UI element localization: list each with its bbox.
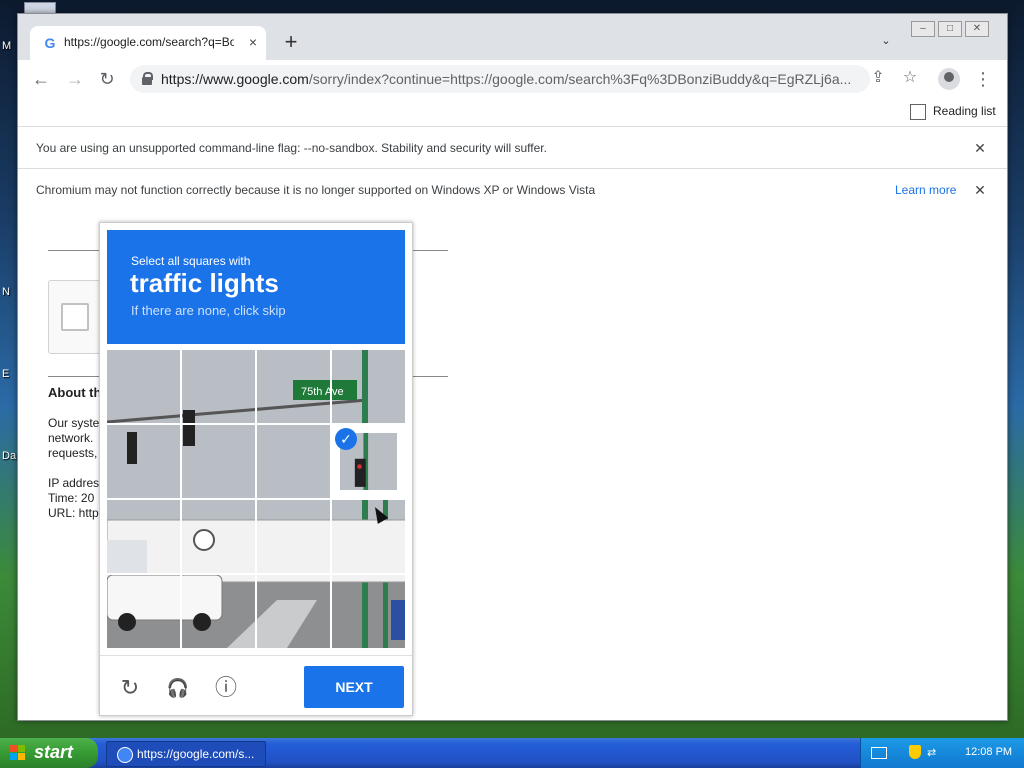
recaptcha-checkbox[interactable] — [61, 303, 89, 331]
reading-list-icon[interactable] — [910, 104, 926, 120]
keyboard-icon[interactable] — [871, 747, 887, 759]
captcha-footer: ↻ 🎧 ⓘ NEXT — [100, 655, 412, 716]
svg-text:75th Ave: 75th Ave — [301, 386, 330, 398]
windows-flag-icon — [10, 745, 26, 761]
captcha-tile[interactable]: 75th Ave — [107, 575, 180, 648]
forward-button[interactable]: → — [64, 68, 86, 90]
taskbar-item-browser[interactable]: https://google.com/s... — [106, 741, 266, 767]
captcha-target: traffic lights — [130, 268, 279, 298]
maximize-button[interactable]: □ — [938, 21, 962, 37]
selected-check-icon: ✓ — [335, 428, 357, 450]
page-body-line: Our syste — [48, 416, 100, 430]
reload-challenge-icon[interactable]: ↻ — [116, 674, 144, 702]
captcha-tile[interactable]: 75th Ave — [257, 500, 330, 573]
captcha-tile[interactable]: 75th Ave — [182, 575, 255, 648]
menu-icon[interactable]: ⋮ — [974, 67, 992, 91]
tab-search-chevron-icon[interactable]: ⌄ — [878, 34, 894, 50]
lock-icon[interactable] — [142, 72, 153, 85]
url-domain: https://www.google.com — [161, 71, 309, 87]
infobar-message: You are using an unsupported command-lin… — [36, 141, 547, 155]
new-tab-button[interactable]: + — [280, 31, 302, 53]
info-icon[interactable]: ⓘ — [212, 674, 240, 702]
infobar-sandbox: You are using an unsupported command-lin… — [18, 128, 1007, 169]
ip-address-line: IP addres — [48, 476, 100, 490]
start-button[interactable]: start — [0, 738, 98, 768]
desktop-label[interactable]: M — [2, 40, 11, 52]
tab-title: https://google.com/search?q=Bonzi — [64, 35, 234, 49]
minimize-button[interactable]: – — [911, 21, 935, 37]
infobar-close-icon[interactable]: ✕ — [971, 139, 989, 157]
reading-list-button[interactable]: Reading list — [933, 104, 996, 118]
tab-strip: G https://google.com/search?q=Bonzi × + … — [18, 14, 1007, 60]
captcha-tile[interactable]: 75th Ave — [182, 425, 255, 498]
captcha-tile[interactable]: 75th Ave — [182, 350, 255, 423]
captcha-tile[interactable]: 75th Ave — [257, 425, 330, 498]
captcha-grid: 75th Ave75th Ave75th Ave75th Ave75th Ave… — [107, 350, 405, 648]
url-text[interactable]: https://www.google.com/sorry/index?conti… — [161, 71, 861, 87]
captcha-tile[interactable]: 75th Ave — [332, 500, 405, 573]
captcha-tile[interactable]: 75th Ave — [107, 500, 180, 573]
tab-close-icon[interactable]: × — [243, 32, 263, 52]
time-line: Time: 20 — [48, 491, 95, 505]
captcha-tile[interactable]: 75th Ave — [332, 350, 405, 423]
captcha-tile[interactable]: 75th Ave — [257, 350, 330, 423]
captcha-header: Select all squares with traffic lights I… — [107, 230, 405, 344]
desktop-label[interactable]: N — [2, 286, 10, 298]
captcha-tile[interactable]: 75th Ave — [107, 350, 180, 423]
audio-challenge-icon[interactable]: 🎧 — [164, 674, 192, 702]
close-window-button[interactable]: ✕ — [965, 21, 989, 37]
captcha-skip-hint: If there are none, click skip — [131, 303, 286, 318]
bookmark-star-icon[interactable]: ☆ — [900, 68, 920, 88]
address-bar[interactable]: https://www.google.com/sorry/index?conti… — [130, 65, 870, 93]
learn-more-link[interactable]: Learn more — [895, 183, 956, 197]
captcha-tile[interactable]: 75th Ave — [257, 575, 330, 648]
captcha-instruction: Select all squares with — [131, 254, 251, 268]
tab-active[interactable]: G https://google.com/search?q=Bonzi × — [30, 26, 266, 60]
captcha-challenge: Select all squares with traffic lights I… — [99, 222, 413, 716]
captcha-tile[interactable]: 75th Ave✓ — [332, 425, 405, 498]
network-icon[interactable]: ⇄ — [927, 746, 945, 759]
next-button[interactable]: NEXT — [304, 666, 404, 708]
clock[interactable]: 12:08 PM — [965, 746, 1012, 758]
reload-button[interactable]: ↻ — [96, 68, 118, 90]
desktop-label[interactable]: E — [2, 368, 9, 380]
security-shield-icon[interactable] — [909, 745, 921, 759]
chromium-icon — [117, 747, 133, 763]
system-tray: ⇄ 12:08 PM — [860, 738, 1024, 768]
taskbar: start https://google.com/s... ⇄ 12:08 PM — [0, 738, 1024, 768]
page-body-line: network. — [48, 431, 94, 445]
taskbar-item-label: https://google.com/s... — [137, 747, 255, 761]
svg-text:75th Ave: 75th Ave — [332, 386, 344, 398]
infobar-close-icon[interactable]: ✕ — [971, 181, 989, 199]
profile-avatar-icon[interactable] — [938, 68, 960, 90]
share-icon[interactable]: ⇪ — [868, 68, 888, 88]
url-path: /sorry/index?continue=https://google.com… — [308, 71, 852, 87]
back-button[interactable]: ← — [30, 68, 52, 90]
captcha-tile[interactable]: 75th Ave — [107, 425, 180, 498]
window-controls: – □ ✕ — [911, 18, 992, 37]
infobar-unsupported-os: Chromium may not function correctly beca… — [18, 170, 1007, 211]
captcha-tile[interactable]: 75th Ave — [182, 500, 255, 573]
page-body-line: requests, — [48, 446, 98, 460]
bookmarks-bar: Reading list — [18, 98, 1007, 127]
start-label: start — [34, 742, 74, 762]
url-line: URL: http — [48, 506, 99, 520]
toolbar: ← → ↻ https://www.google.com/sorry/index… — [18, 60, 1007, 98]
about-heading: About th — [48, 385, 102, 400]
desktop-label[interactable]: Da — [2, 450, 16, 462]
captcha-tile[interactable]: 75th Ave — [332, 575, 405, 648]
infobar-message: Chromium may not function correctly beca… — [36, 183, 596, 197]
google-favicon-icon: G — [44, 35, 56, 51]
